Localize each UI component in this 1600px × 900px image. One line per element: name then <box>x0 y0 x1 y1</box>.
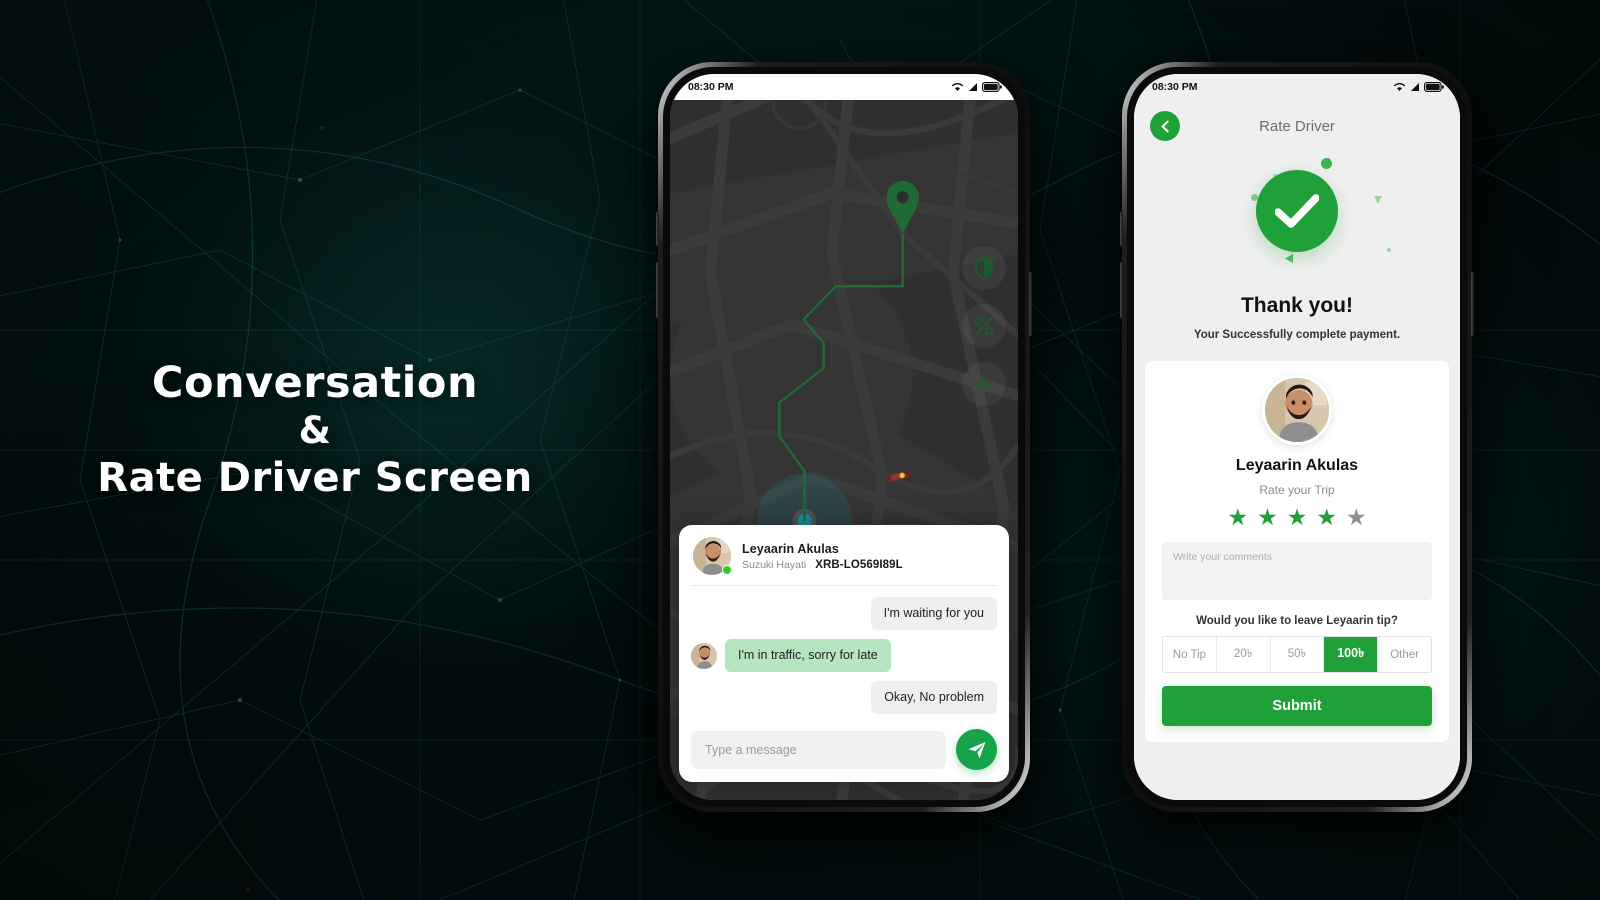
thank-you-title: Thank you! <box>1240 294 1353 317</box>
battery-icon <box>1424 82 1444 92</box>
phone-chat-device: 08:30 PM Leyaarin Akulas Suzuki Hayati X… <box>656 62 1032 812</box>
recenter-fab[interactable] <box>962 362 1006 406</box>
location-crosshair-icon <box>974 374 994 394</box>
tip-option-50[interactable]: 50৳ <box>1270 637 1325 672</box>
shield-icon <box>975 257 993 279</box>
driver-plate: XRB-LO569I89L <box>815 558 903 571</box>
chat-screen: 08:30 PM Leyaarin Akulas Suzuki Hayati X… <box>670 74 1018 800</box>
safety-shield-fab[interactable] <box>962 246 1006 290</box>
tip-selector: No Tip 20৳ 50৳ 100৳ Other <box>1162 636 1432 673</box>
star-5[interactable]: ★ <box>1346 506 1367 529</box>
phone-side-button <box>656 212 659 246</box>
rate-trip-label: Rate your Trip <box>1259 483 1335 497</box>
checkmark-icon <box>1275 194 1319 228</box>
send-paper-plane-icon <box>968 741 985 758</box>
confetti-dot <box>1321 158 1332 169</box>
online-status-dot <box>722 565 732 575</box>
percent-icon <box>974 316 994 336</box>
driver-name: Leyaarin Akulas <box>742 541 839 556</box>
message-bubble: I'm in traffic, sorry for late <box>725 639 891 672</box>
star-4[interactable]: ★ <box>1316 506 1337 529</box>
status-time: 08:30 PM <box>688 81 734 93</box>
confetti-triangle <box>1374 196 1382 204</box>
rate-header: Rate Driver <box>1134 100 1460 152</box>
promo-percent-fab[interactable] <box>962 304 1006 348</box>
headline-text: Conversation & Rate Driver Screen <box>60 360 570 501</box>
message-row: Okay, No problem <box>691 681 997 714</box>
comments-input[interactable]: Write your comments <box>1162 542 1432 600</box>
avatar <box>1262 375 1332 445</box>
rate-driver-card: Leyaarin Akulas Rate your Trip ★ ★ ★ ★ ★… <box>1145 361 1449 742</box>
phone-volume-button <box>656 262 659 318</box>
message-row: I'm in traffic, sorry for late <box>691 639 997 672</box>
tip-option-100[interactable]: 100৳ <box>1324 637 1379 672</box>
message-avatar <box>691 642 717 669</box>
tip-question: Would you like to leave Leyaarin tip? <box>1196 615 1398 627</box>
map-action-buttons <box>962 246 1006 406</box>
message-composer: Type a message <box>691 718 997 770</box>
avatar <box>693 537 732 575</box>
check-circle-icon <box>1256 170 1338 252</box>
tip-option-20[interactable]: 20৳ <box>1216 637 1271 672</box>
headline-line-3: Rate Driver Screen <box>97 455 533 502</box>
message-row: I'm waiting for you <box>691 597 997 630</box>
message-bubble: Okay, No problem <box>871 681 997 714</box>
signal-icon <box>1411 83 1419 91</box>
chat-driver-header[interactable]: Leyaarin Akulas Suzuki Hayati XRB-LO569I… <box>691 535 997 586</box>
confetti-triangle <box>1285 254 1293 263</box>
signal-icon <box>969 83 977 91</box>
phone-rate-device: 08:30 PM Rate Driver Thank you! Your Suc… <box>1120 62 1474 812</box>
driver-avatar <box>691 642 717 669</box>
rate-status-bar: 08:30 PM <box>1134 74 1460 100</box>
driver-vehicle: Suzuki Hayati <box>742 558 807 571</box>
page-title: Rate Driver <box>1259 117 1335 135</box>
star-rating[interactable]: ★ ★ ★ ★ ★ <box>1162 506 1432 529</box>
back-button[interactable] <box>1150 111 1180 141</box>
phone-side-button <box>1120 212 1123 246</box>
star-1[interactable]: ★ <box>1227 506 1248 529</box>
battery-icon <box>982 82 1002 92</box>
send-button[interactable] <box>956 729 997 770</box>
success-illustration <box>1134 152 1460 292</box>
rated-driver-name: Leyaarin Akulas <box>1235 457 1359 474</box>
phone-volume-button <box>1120 262 1123 318</box>
message-input[interactable]: Type a message <box>691 730 946 769</box>
rate-driver-screen: 08:30 PM Rate Driver Thank you! Your Suc… <box>1134 74 1460 800</box>
phone-power-button <box>1471 272 1474 336</box>
thank-you-subtitle: Your Successfully complete payment. <box>1193 329 1401 341</box>
headline-line-2: & <box>298 409 332 453</box>
driver-avatar <box>1265 378 1329 442</box>
wifi-icon <box>951 83 964 91</box>
wifi-icon <box>1393 83 1406 91</box>
phone-power-button <box>1029 272 1032 336</box>
message-bubble: I'm waiting for you <box>870 597 997 630</box>
star-2[interactable]: ★ <box>1257 506 1278 529</box>
star-3[interactable]: ★ <box>1287 506 1308 529</box>
confetti-dot <box>1387 248 1391 252</box>
tip-option-other[interactable]: Other <box>1378 637 1431 672</box>
message-list: I'm waiting for you I'm in traffic, sorr… <box>691 586 997 718</box>
headline-line-1: Conversation <box>151 358 479 408</box>
submit-button[interactable]: Submit <box>1162 686 1432 726</box>
status-time: 08:30 PM <box>1152 81 1198 93</box>
chat-status-bar: 08:30 PM <box>670 74 1018 100</box>
chevron-left-icon <box>1161 120 1169 132</box>
tip-option-no-tip[interactable]: No Tip <box>1163 637 1217 672</box>
chat-card: Leyaarin Akulas Suzuki Hayati XRB-LO569I… <box>679 525 1009 782</box>
